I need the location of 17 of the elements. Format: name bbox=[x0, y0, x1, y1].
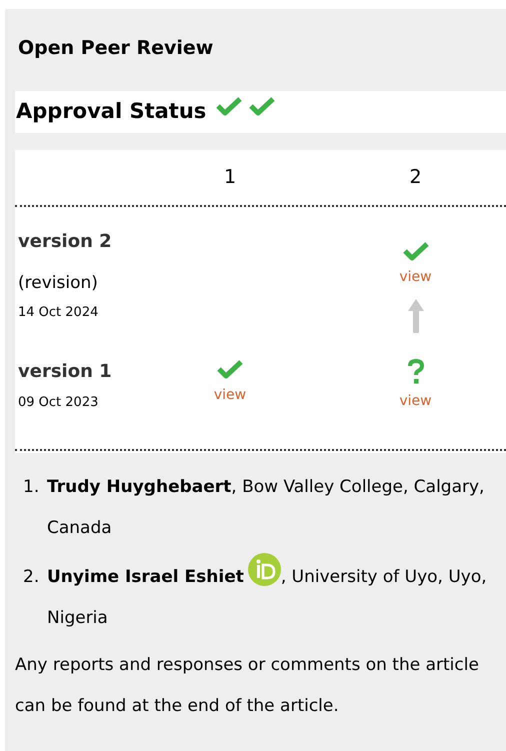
reviewer-entry: Unyime Israel Eshiet , University of Uyo, Uyo, Nigeria bbox=[47, 556, 500, 638]
version-date: 14 Oct 2024 bbox=[18, 304, 98, 322]
view-link[interactable]: view bbox=[399, 390, 432, 410]
list-number: 2. bbox=[23, 566, 40, 588]
approval-status-label: Approval Status bbox=[16, 98, 206, 125]
column-number: 1 bbox=[224, 164, 236, 190]
column-number: 2 bbox=[409, 164, 422, 190]
view-link[interactable]: view bbox=[399, 266, 432, 286]
version-label: version 2 bbox=[18, 230, 112, 254]
footnote-text: Any reports and responses or comments on the article can be found at the end of the article. bbox=[15, 654, 480, 718]
version-label: version 1 bbox=[18, 360, 112, 384]
section-title: Open Peer Review bbox=[17, 36, 214, 61]
reviewer-entry: Trudy Huyghebaert, Bow Valley College, Calgary, Canada bbox=[47, 476, 486, 540]
view-link[interactable]: view bbox=[214, 384, 246, 404]
revision-note: (revision) bbox=[18, 272, 98, 294]
version-date: 09 Oct 2023 bbox=[18, 394, 98, 412]
list-number: 1. bbox=[23, 476, 40, 498]
